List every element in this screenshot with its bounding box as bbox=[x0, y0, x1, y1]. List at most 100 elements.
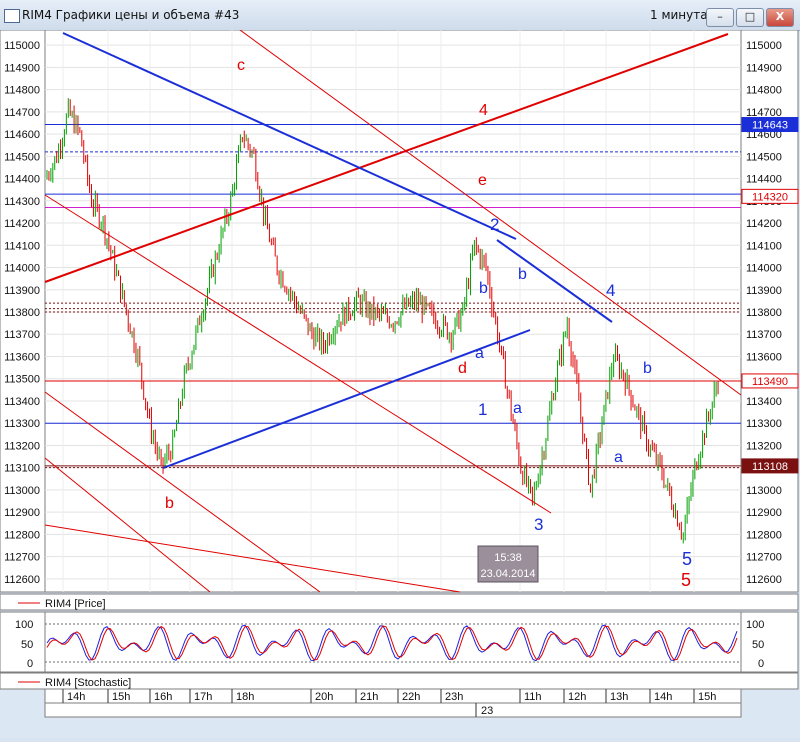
chart-app-icon bbox=[4, 9, 20, 23]
time-axis-hour: 14h bbox=[67, 691, 85, 703]
price-tick-left: 114100 bbox=[4, 240, 40, 252]
price-tick-right: 112700 bbox=[746, 552, 782, 564]
annotation-3: 3 bbox=[534, 515, 543, 534]
price-tick-right: 113300 bbox=[746, 418, 782, 430]
annotation-d: d bbox=[458, 360, 467, 377]
price-level-tag-text: 113108 bbox=[752, 461, 788, 473]
price-tick-left: 113500 bbox=[4, 374, 40, 386]
time-axis-hour: 20h bbox=[315, 691, 333, 703]
annotation-b-red: b bbox=[165, 495, 174, 512]
price-tick-left: 113100 bbox=[4, 463, 40, 475]
time-axis-hour: 13h bbox=[610, 691, 628, 703]
price-tick-right: 113200 bbox=[746, 440, 782, 452]
chart-window: RIM4 Графики цены и объема #43 1 минута … bbox=[0, 0, 800, 738]
annotation-c: c bbox=[237, 57, 245, 74]
price-tick-left: 114500 bbox=[4, 151, 40, 163]
annotation-5-red: 5 bbox=[681, 570, 691, 590]
annotation-e: e bbox=[478, 172, 487, 189]
annotation-a-1: a bbox=[475, 345, 484, 362]
price-tick-left: 112800 bbox=[4, 529, 40, 541]
time-axis-hour: 18h bbox=[236, 691, 254, 703]
price-tick-left: 114300 bbox=[4, 196, 40, 208]
time-axis-hour: 16h bbox=[154, 691, 172, 703]
price-tick-left: 114400 bbox=[4, 174, 40, 186]
price-legend-label: RIM4 [Price] bbox=[45, 598, 106, 610]
price-plot-area[interactable] bbox=[44, 29, 742, 593]
price-tick-left: 113200 bbox=[4, 440, 40, 452]
stoch-tick-r-50: 50 bbox=[752, 639, 764, 651]
price-tick-right: 114800 bbox=[746, 85, 782, 97]
price-tick-left: 113700 bbox=[4, 329, 40, 341]
time-axis-hour: 14h bbox=[654, 691, 672, 703]
price-tick-left: 115000 bbox=[4, 40, 40, 52]
annotation-a-3: a bbox=[614, 449, 623, 466]
maximize-button[interactable]: □ bbox=[736, 8, 764, 27]
time-axis-hour: 17h bbox=[194, 691, 212, 703]
minimize-button[interactable]: – bbox=[706, 8, 734, 27]
tooltip-date: 23.04.2014 bbox=[480, 568, 535, 580]
annotation-5-blue: 5 bbox=[682, 549, 692, 569]
price-tick-right: 113900 bbox=[746, 285, 782, 297]
annotation-b-3: b bbox=[643, 360, 652, 377]
stoch-tick-r-100: 100 bbox=[746, 619, 764, 631]
price-tick-right: 112900 bbox=[746, 507, 782, 519]
price-tick-left: 114000 bbox=[4, 263, 40, 275]
price-tick-right: 114400 bbox=[746, 174, 782, 186]
price-tick-left: 113400 bbox=[4, 396, 40, 408]
price-tick-left: 112900 bbox=[4, 507, 40, 519]
price-level-tag-text: 113490 bbox=[752, 376, 788, 388]
tooltip-time: 15:38 bbox=[494, 552, 522, 564]
time-axis-date: 23 bbox=[481, 705, 493, 717]
price-tick-left: 112600 bbox=[4, 574, 40, 586]
time-axis-hour: 15h bbox=[112, 691, 130, 703]
time-axis-hour: 15h bbox=[698, 691, 716, 703]
time-axis-hour: 23h bbox=[445, 691, 463, 703]
price-tick-left: 114600 bbox=[4, 129, 40, 141]
price-tick-right: 114000 bbox=[746, 263, 782, 275]
price-tick-left: 113900 bbox=[4, 285, 40, 297]
price-tick-right: 114100 bbox=[746, 240, 782, 252]
annotation-4-red: 4 bbox=[479, 102, 488, 119]
time-axis-hour: 11h bbox=[524, 691, 542, 703]
annotation-1: 1 bbox=[478, 400, 487, 419]
stoch-tick-l-50: 50 bbox=[21, 639, 33, 651]
price-tick-right: 113000 bbox=[746, 485, 782, 497]
price-tick-left: 114800 bbox=[4, 85, 40, 97]
title-bar[interactable]: RIM4 Графики цены и объема #43 1 минута … bbox=[0, 0, 800, 31]
annotation-4-blue: 4 bbox=[606, 281, 615, 300]
annotation-a-2: a bbox=[513, 400, 522, 417]
time-axis-hour: 22h bbox=[402, 691, 420, 703]
price-tick-left: 113800 bbox=[4, 307, 40, 319]
price-tick-right: 113600 bbox=[746, 351, 782, 363]
price-tick-right: 112600 bbox=[746, 574, 782, 586]
stoch-tick-l-0: 0 bbox=[27, 658, 33, 670]
annotation-b-1: b bbox=[479, 280, 488, 297]
stoch-plot-area[interactable] bbox=[44, 611, 742, 673]
price-tick-left: 112700 bbox=[4, 552, 40, 564]
time-tooltip: 15:38 23.04.2014 bbox=[477, 545, 539, 583]
annotation-2: 2 bbox=[490, 215, 499, 234]
price-legend-bar bbox=[0, 593, 799, 611]
window-title: RIM4 Графики цены и объема #43 bbox=[22, 8, 240, 22]
price-tick-right: 113800 bbox=[746, 307, 782, 319]
price-tick-left: 114200 bbox=[4, 218, 40, 230]
price-tick-left: 113000 bbox=[4, 485, 40, 497]
interval-label[interactable]: 1 минута bbox=[650, 8, 708, 22]
price-tick-right: 113400 bbox=[746, 396, 782, 408]
price-tick-left: 113300 bbox=[4, 418, 40, 430]
price-chart[interactable]: 115000 114900 114800 114700 114600 114500 1144… bbox=[0, 29, 800, 738]
stoch-legend-label: RIM4 [Stochastic] bbox=[45, 677, 131, 689]
price-tick-left: 114900 bbox=[4, 62, 40, 74]
price-tick-right: 114200 bbox=[746, 218, 782, 230]
close-button[interactable]: X bbox=[766, 8, 794, 27]
time-axis-hour: 21h bbox=[360, 691, 378, 703]
price-tick-right: 115000 bbox=[746, 40, 782, 52]
price-tick-right: 113700 bbox=[746, 329, 782, 341]
price-tick-right: 112800 bbox=[746, 529, 782, 541]
price-level-tag-text: 114643 bbox=[752, 120, 788, 132]
price-tick-left: 113600 bbox=[4, 351, 40, 363]
stoch-tick-l-100: 100 bbox=[15, 619, 33, 631]
price-tick-right: 114900 bbox=[746, 62, 782, 74]
price-tick-left: 114700 bbox=[4, 107, 40, 119]
price-tick-right: 114500 bbox=[746, 151, 782, 163]
